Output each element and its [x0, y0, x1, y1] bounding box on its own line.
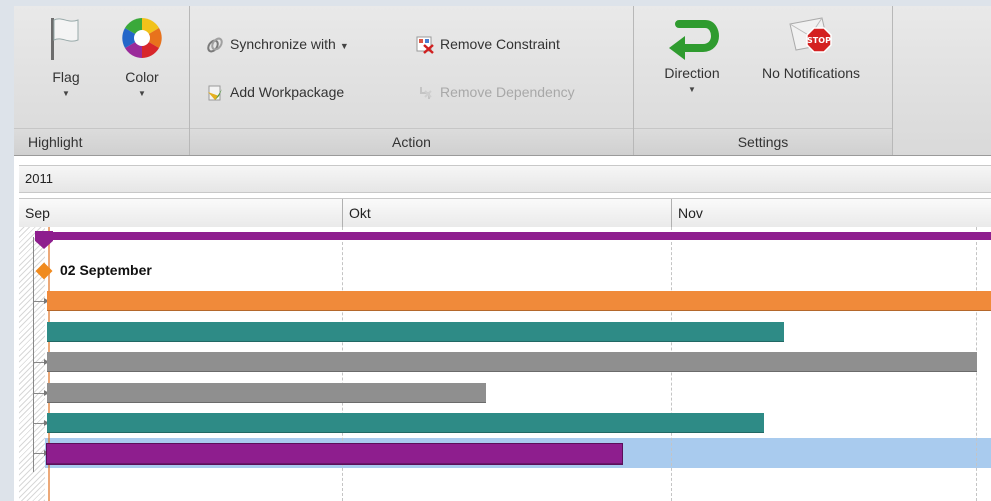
remove-constraint-icon — [416, 36, 434, 55]
chevron-down-icon: ▼ — [339, 41, 349, 51]
tree-connector-branch — [33, 298, 49, 304]
remove-dependency-button[interactable]: Remove Dependency — [416, 79, 575, 105]
stop-notification-icon: STOP — [789, 17, 832, 53]
chevron-down-icon: ▼ — [688, 85, 696, 94]
add-workpackage-icon — [208, 85, 222, 101]
add-workpackage-button[interactable]: Add Workpackage — [206, 79, 344, 105]
task-bar-selected[interactable] — [46, 443, 623, 465]
color-label: Color — [125, 69, 159, 85]
no-notifications-label: No Notifications — [761, 65, 861, 81]
svg-text:STOP: STOP — [807, 36, 831, 45]
chevron-down-icon: ▼ — [62, 89, 70, 98]
timeline-year-header: 2011 — [19, 165, 991, 193]
remove-dependency-icon — [420, 87, 432, 100]
synchronize-button[interactable]: Synchronize with ▼ — [206, 31, 349, 57]
task-bar[interactable] — [47, 352, 977, 372]
color-button[interactable]: Color ▼ — [112, 14, 172, 99]
highlight-group: Flag ▼ Color ▼ Highlight — [14, 6, 190, 155]
ribbon-toolbar: Flag ▼ Color ▼ Highlight Synchronize wit… — [14, 6, 991, 156]
year-label: 2011 — [25, 171, 53, 186]
tree-connector — [33, 237, 34, 472]
tree-connector-branch — [33, 450, 49, 456]
flag-button[interactable]: Flag ▼ — [36, 14, 96, 99]
color-wheel-icon — [122, 18, 162, 58]
link-icon — [207, 37, 223, 53]
month-sep: Sep — [25, 205, 50, 221]
flag-label: Flag — [52, 69, 80, 85]
task-bar[interactable] — [47, 383, 486, 403]
direction-arrow-icon — [669, 20, 720, 60]
task-bar[interactable] — [47, 413, 764, 433]
remove-constraint-label: Remove Constraint — [440, 36, 560, 52]
remove-dependency-label: Remove Dependency — [440, 84, 575, 100]
direction-label: Direction — [664, 65, 720, 81]
summary-task-bar[interactable] — [39, 232, 991, 240]
action-group-label: Action — [190, 128, 633, 155]
add-workpackage-label: Add Workpackage — [230, 84, 345, 100]
tree-connector-branch — [33, 390, 49, 396]
tree-connector-branch — [33, 420, 49, 426]
timeline-month-header: Sep Okt Nov — [19, 198, 991, 228]
synchronize-label: Synchronize with — [230, 36, 336, 52]
gantt-chart: 02 September — [19, 227, 991, 501]
no-notifications-button[interactable]: STOP No Notifications — [746, 14, 876, 81]
tree-connector-branch — [33, 359, 49, 365]
flag-icon — [51, 18, 79, 60]
month-okt: Okt — [342, 199, 669, 227]
direction-button[interactable]: Direction ▼ — [652, 14, 732, 95]
highlight-group-label: Highlight — [14, 128, 189, 155]
settings-group-label: Settings — [634, 128, 892, 155]
task-bar[interactable] — [47, 291, 991, 311]
month-nov: Nov — [671, 199, 978, 227]
chevron-down-icon: ▼ — [138, 89, 146, 98]
action-group: Synchronize with ▼ Add Workpackage Remove… — [190, 6, 634, 155]
settings-group: Direction ▼ STOP No Notifications Settin… — [634, 6, 893, 155]
milestone-label: 02 September — [60, 262, 152, 278]
remove-constraint-button[interactable]: Remove Constraint — [416, 31, 560, 57]
task-bar[interactable] — [47, 322, 784, 342]
